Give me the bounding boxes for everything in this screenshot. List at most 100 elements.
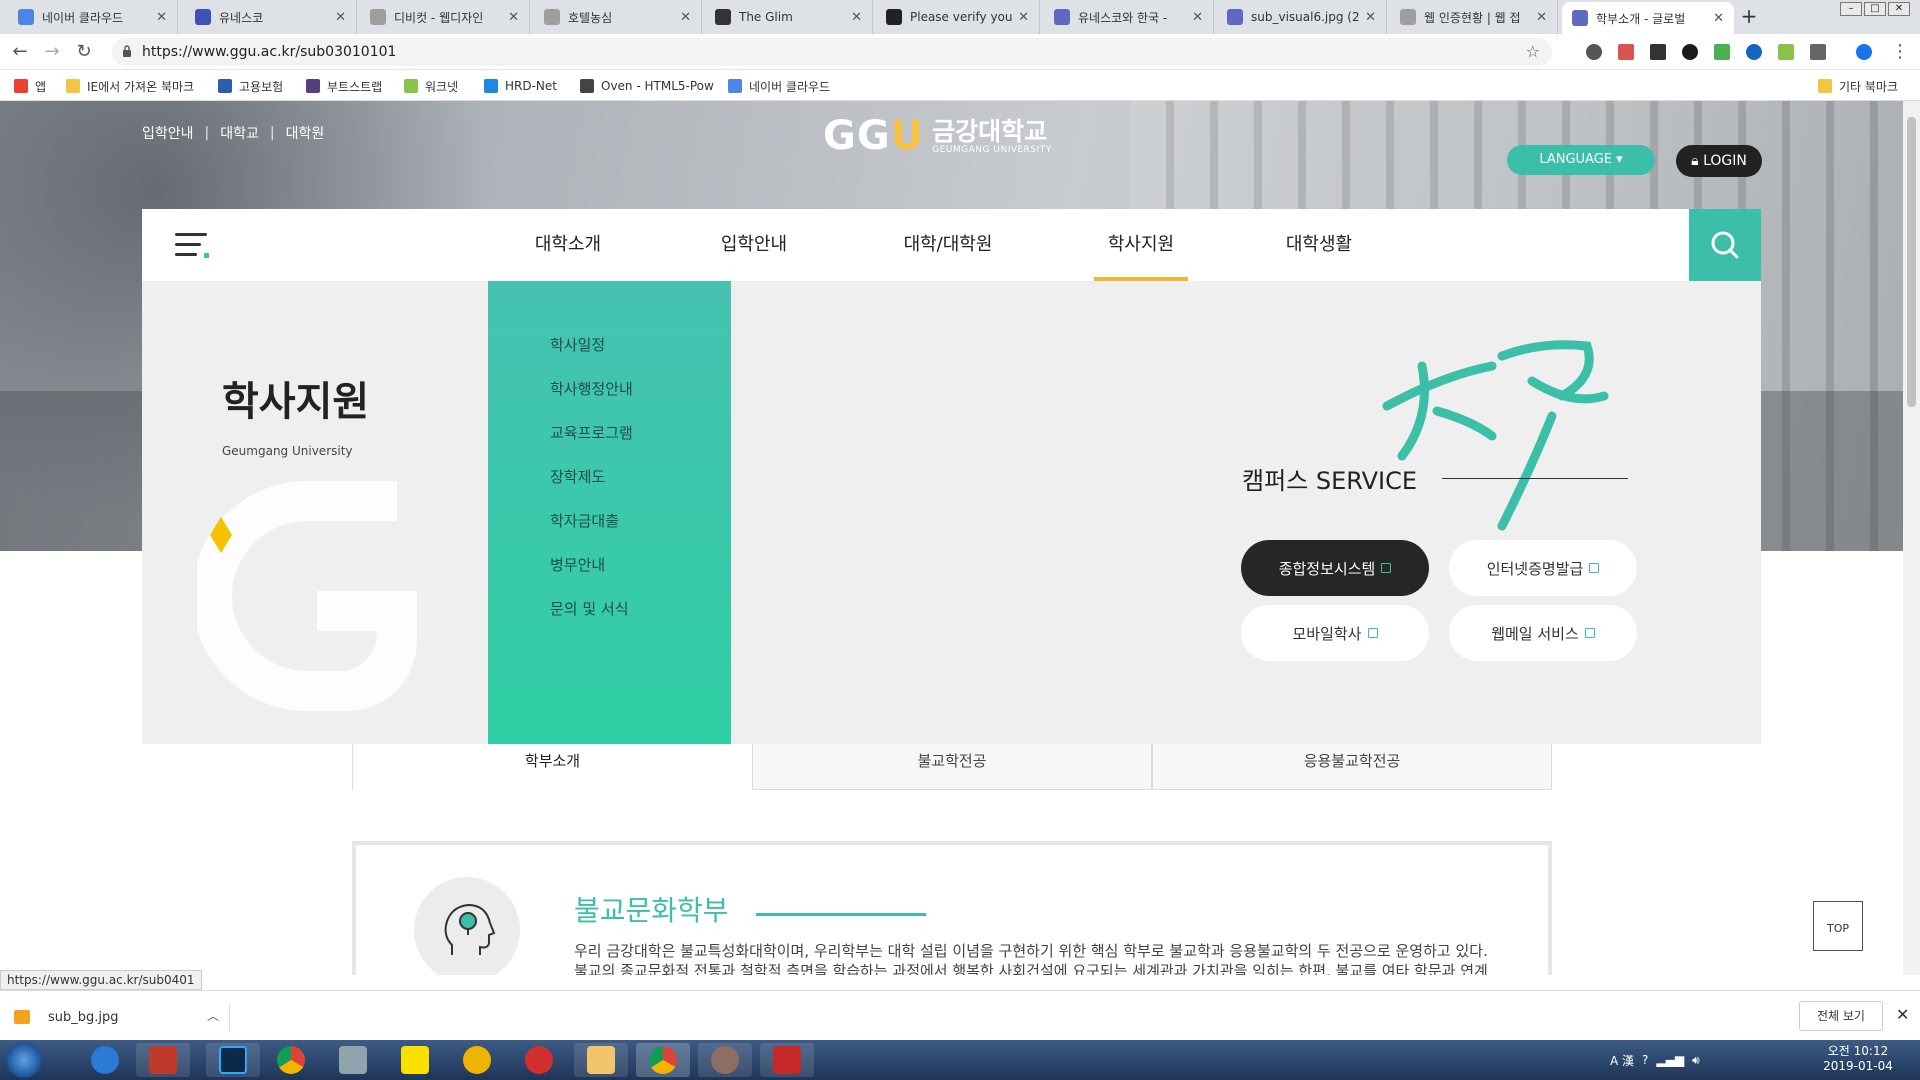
browser-tab[interactable]: 웹 인증현황 | 웹 접 ✕ <box>1390 0 1558 34</box>
other-bookmarks[interactable]: 기타 북마크 <box>1818 76 1898 96</box>
download-item[interactable]: sub_bg.jpg ︿ <box>14 1003 230 1031</box>
close-tab-icon[interactable]: ✕ <box>1713 11 1724 26</box>
submenu-item[interactable]: 장학제도 <box>550 466 605 487</box>
ie-icon[interactable] <box>78 1043 132 1077</box>
submenu-item[interactable]: 병무안내 <box>550 554 605 575</box>
gnb-item-admission[interactable]: 입학안내 <box>704 209 804 281</box>
tab-faculty-intro[interactable]: 학부소개 <box>352 744 752 790</box>
kakaotalk-icon[interactable] <box>388 1043 442 1077</box>
reload-icon[interactable]: ↻ <box>74 42 94 62</box>
extension-icon[interactable] <box>1714 44 1730 60</box>
chevron-up-icon[interactable]: ︿ <box>207 1007 219 1024</box>
close-tab-icon[interactable]: ✕ <box>1018 10 1029 25</box>
paint-icon[interactable] <box>450 1043 504 1077</box>
submenu-item[interactable]: 학사행정안내 <box>550 378 633 399</box>
bookmark-item[interactable]: IE에서 가져온 북마크 <box>66 76 194 96</box>
gnb-item-campus-life[interactable]: 대학생활 <box>1264 209 1374 281</box>
ime-indicator[interactable]: A 漢 <box>1610 1052 1634 1069</box>
close-tab-icon[interactable]: ✕ <box>680 10 691 25</box>
service-button-mobile[interactable]: 모바일학사 <box>1241 605 1429 661</box>
eyedropper-icon[interactable] <box>1810 44 1826 60</box>
show-all-downloads-button[interactable]: 전체 보기 <box>1799 1001 1883 1031</box>
network-icon[interactable]: ▂▄▆ <box>1656 1053 1684 1067</box>
browser-tab[interactable]: sub_visual6.jpg (20 ✕ <box>1217 0 1387 34</box>
new-tab-button[interactable]: + <box>1737 5 1761 29</box>
scrollbar-thumb[interactable] <box>1907 117 1916 407</box>
submenu-item[interactable]: 교육프로그램 <box>550 422 633 443</box>
bookmark-item[interactable]: 고용보험 <box>218 76 283 96</box>
tab-applied-buddhist-studies[interactable]: 응용불교학전공 <box>1152 744 1552 790</box>
volume-icon[interactable]: 🔊︎ <box>1692 1053 1700 1068</box>
browser-tab[interactable]: 디비컷 - 웹디자인 ✕ <box>360 0 530 34</box>
login-button[interactable]: 🔒︎ LOGIN <box>1676 145 1762 177</box>
bookmark-item[interactable]: 네이버 클라우드 <box>728 76 830 96</box>
chrome-icon[interactable] <box>636 1043 690 1077</box>
scroll-to-top-button[interactable]: TOP <box>1813 901 1863 951</box>
submenu-item[interactable]: 문의 및 서식 <box>550 598 629 619</box>
clock[interactable]: 오전 10:12 2019-01-04 <box>1818 1044 1898 1074</box>
bookmark-star-icon[interactable]: ☆ <box>1526 42 1540 61</box>
back-icon[interactable]: ← <box>10 42 30 62</box>
gnb-item-colleges[interactable]: 대학/대학원 <box>881 209 1015 281</box>
app-icon[interactable] <box>326 1043 380 1077</box>
close-icon[interactable]: ✕ <box>1896 1005 1909 1024</box>
extension-icon[interactable] <box>1778 44 1794 60</box>
gnb-item-academic[interactable]: 학사지원 <box>1094 209 1188 281</box>
close-window-button[interactable]: ✕ <box>1888 2 1910 16</box>
search-button[interactable] <box>1689 209 1761 281</box>
browser-tab[interactable]: 유네스코와 한국 - ✕ <box>1044 0 1214 34</box>
extension-icon[interactable] <box>1682 44 1698 60</box>
app-icon[interactable] <box>698 1043 752 1077</box>
close-tab-icon[interactable]: ✕ <box>508 10 519 25</box>
submenu-item[interactable]: 학자금대출 <box>550 510 619 531</box>
browser-tab[interactable]: Please verify your e ✕ <box>876 0 1040 34</box>
hamburger-menu-icon[interactable] <box>175 233 209 258</box>
start-button[interactable] <box>6 1042 42 1078</box>
tab-buddhist-studies[interactable]: 불교학전공 <box>752 744 1152 790</box>
language-button[interactable]: LANGUAGE ▾ <box>1507 145 1655 175</box>
close-tab-icon[interactable]: ✕ <box>335 10 346 25</box>
close-tab-icon[interactable]: ✕ <box>851 10 862 25</box>
close-tab-icon[interactable]: ✕ <box>1536 10 1547 25</box>
close-tab-icon[interactable]: ✕ <box>1192 10 1203 25</box>
file-explorer-icon[interactable] <box>574 1043 628 1077</box>
minimize-button[interactable]: – <box>1840 2 1862 16</box>
close-tab-icon[interactable]: ✕ <box>156 10 167 25</box>
app-icon[interactable] <box>136 1043 190 1077</box>
extension-icon[interactable] <box>1586 44 1602 60</box>
submenu-item[interactable]: 학사일정 <box>550 334 605 355</box>
bookmark-item[interactable]: 부트스트랩 <box>306 76 382 96</box>
help-icon[interactable]: ? <box>1642 1053 1648 1067</box>
service-button-certificate[interactable]: 인터넷증명발급 <box>1449 540 1637 596</box>
site-logo[interactable]: GGU 금강대학교 GEUMGANG UNIVERSITY <box>823 113 1052 159</box>
forward-icon[interactable]: → <box>42 42 62 62</box>
browser-tab[interactable]: 유네스코 ✕ <box>185 0 357 34</box>
bookmark-item[interactable]: 앱 <box>14 76 46 96</box>
chrome-icon[interactable] <box>264 1043 318 1077</box>
gnb-item-about[interactable]: 대학소개 <box>518 209 618 281</box>
maximize-button[interactable]: □ <box>1864 2 1886 16</box>
acrobat-icon[interactable] <box>760 1043 814 1077</box>
extension-icon[interactable] <box>1746 44 1762 60</box>
address-bar[interactable]: https://www.ggu.ac.kr/sub03010101 ☆ <box>112 38 1552 66</box>
browser-tab[interactable]: 네이버 클라우드 ✕ <box>8 0 178 34</box>
close-tab-icon[interactable]: ✕ <box>1365 10 1376 25</box>
photoshop-icon[interactable] <box>206 1043 260 1077</box>
service-button-portal[interactable]: 종합정보시스템 <box>1241 540 1429 596</box>
menu-kebab-icon[interactable]: ⋮ <box>1890 42 1910 62</box>
util-link-admission[interactable]: 입학안내 <box>142 123 194 143</box>
extension-icon[interactable] <box>1650 44 1666 60</box>
util-link-graduate[interactable]: 대학원 <box>286 123 325 143</box>
bookmark-item[interactable]: HRD-Net <box>484 76 557 96</box>
browser-tab[interactable]: The Glim ✕ <box>705 0 873 34</box>
extension-icon[interactable] <box>1618 44 1634 60</box>
browser-tab[interactable]: 학부소개 - 글로벌 ✕ <box>1562 2 1734 34</box>
opera-icon[interactable] <box>512 1043 566 1077</box>
bookmark-item[interactable]: Oven - HTML5-Pow <box>580 76 714 96</box>
service-button-webmail[interactable]: 웹메일 서비스 <box>1449 605 1637 661</box>
profile-avatar[interactable] <box>1856 44 1872 60</box>
util-link-university[interactable]: 대학교 <box>220 123 259 143</box>
page-scrollbar[interactable] <box>1903 101 1920 975</box>
bookmark-item[interactable]: 워크넷 <box>404 76 458 96</box>
browser-tab[interactable]: 호텔농심 ✕ <box>534 0 702 34</box>
